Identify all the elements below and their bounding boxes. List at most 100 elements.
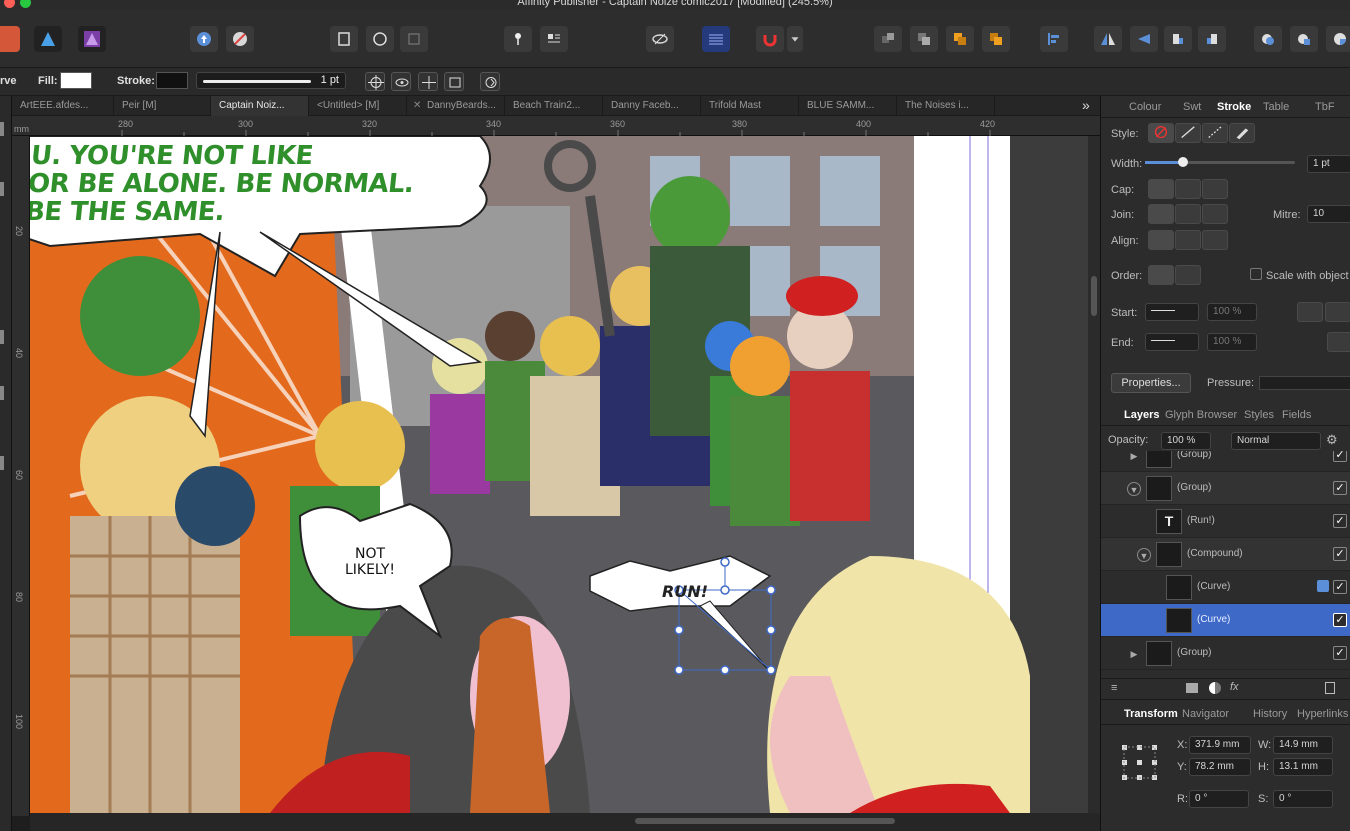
- vertical-ruler[interactable]: 20 40 60 80 100: [12, 136, 30, 816]
- node-tool-icon[interactable]: [0, 182, 4, 196]
- snapping-icon[interactable]: [226, 26, 254, 52]
- speech-text-run[interactable]: RUN!: [662, 582, 708, 601]
- boolean-subtract-icon[interactable]: [1290, 26, 1318, 52]
- stroke-front-icon[interactable]: [1175, 265, 1201, 285]
- anchor-point-selector[interactable]: [1121, 744, 1159, 782]
- mask-layer-icon[interactable]: [1186, 683, 1198, 693]
- shear-input[interactable]: 0 °: [1273, 790, 1333, 808]
- x-input[interactable]: 371.9 mm: [1189, 736, 1251, 754]
- pin-icon[interactable]: [504, 26, 532, 52]
- miter-join-icon[interactable]: [1148, 204, 1174, 224]
- brush-stroke-icon[interactable]: [1229, 123, 1255, 143]
- doc-tab[interactable]: Danny Faceb...: [603, 96, 701, 116]
- arrow-tip-icon[interactable]: [1297, 302, 1323, 322]
- clipped-view-icon[interactable]: [400, 26, 428, 52]
- speech-text-top[interactable]: U. YOU'RE NOT LIKE OR BE ALONE. BE NORMA…: [30, 141, 418, 227]
- tab-hyperlinks[interactable]: Hyperlinks: [1297, 708, 1348, 720]
- show-handles-icon[interactable]: [391, 72, 411, 91]
- swap-arrows-icon[interactable]: [1327, 332, 1350, 352]
- vertical-scrollbar[interactable]: [1088, 136, 1100, 813]
- rotate-left-icon[interactable]: [1164, 26, 1192, 52]
- rotation-input[interactable]: 0 °: [1189, 790, 1249, 808]
- stroke-width-slider[interactable]: 1 pt: [196, 72, 346, 89]
- layers-stack-icon[interactable]: ≡: [1111, 682, 1117, 694]
- tab-history[interactable]: History: [1253, 708, 1287, 720]
- y-input[interactable]: 78.2 mm: [1189, 758, 1251, 776]
- close-tab-icon[interactable]: ✕: [413, 96, 421, 116]
- tab-glyph-browser[interactable]: Glyph Browser: [1165, 409, 1237, 421]
- horizontal-ruler[interactable]: mm 280 300 320 340 360 380 400 420: [12, 116, 1100, 136]
- doc-tab[interactable]: Peir [M]: [114, 96, 211, 116]
- doc-tab[interactable]: <Untitled> [M]: [309, 96, 407, 116]
- width-slider[interactable]: [1145, 157, 1295, 167]
- horizontal-scrollbar[interactable]: [30, 813, 1100, 831]
- layer-row[interactable]: T (Run!) ✓: [1101, 505, 1350, 538]
- move-forward-icon[interactable]: [946, 26, 974, 52]
- designer-persona-icon[interactable]: [0, 26, 20, 52]
- tab-swatches[interactable]: Swt: [1183, 101, 1201, 113]
- mitre-input[interactable]: 10: [1307, 205, 1350, 223]
- visibility-checkbox[interactable]: ✓: [1333, 481, 1347, 495]
- tab-styles[interactable]: Styles: [1244, 409, 1274, 421]
- add-mask-icon[interactable]: [1317, 580, 1329, 592]
- width-slider-knob[interactable]: [1178, 157, 1188, 167]
- layer-row[interactable]: ▼ (Compound) ✓: [1101, 538, 1350, 571]
- round-cap-icon[interactable]: [1175, 179, 1201, 199]
- move-backward-icon[interactable]: [910, 26, 938, 52]
- opacity-input[interactable]: 100 %: [1161, 432, 1211, 450]
- arrow-extend-icon[interactable]: [1325, 302, 1350, 322]
- stroke-behind-icon[interactable]: [1148, 265, 1174, 285]
- text-wrap-icon[interactable]: [540, 26, 568, 52]
- align-center-icon[interactable]: [1148, 230, 1174, 250]
- butt-cap-icon[interactable]: [1148, 179, 1174, 199]
- visibility-checkbox[interactable]: ✓: [1333, 580, 1347, 594]
- snap-magnet-icon[interactable]: [756, 26, 784, 52]
- visibility-checkbox[interactable]: ✓: [1333, 514, 1347, 528]
- new-layer-icon[interactable]: [1325, 682, 1335, 694]
- doc-tab[interactable]: Beach Train2...: [505, 96, 603, 116]
- layer-row[interactable]: (Curve) ✓: [1101, 571, 1350, 604]
- photo-persona-icon[interactable]: [34, 26, 62, 52]
- layer-row-selected[interactable]: (Curve) ✓: [1101, 604, 1350, 637]
- properties-button[interactable]: Properties...: [1111, 373, 1191, 393]
- transform-mode-icon[interactable]: [444, 72, 464, 91]
- visibility-checkbox[interactable]: ✓: [1333, 613, 1347, 627]
- end-arrow-select[interactable]: [1145, 333, 1199, 351]
- layer-row[interactable]: ▶ (Group) ✓: [1101, 637, 1350, 670]
- doc-tab[interactable]: Trifold Mast: [701, 96, 799, 116]
- fill-swatch[interactable]: [60, 72, 92, 89]
- view-mode-icon[interactable]: [366, 26, 394, 52]
- visibility-checkbox[interactable]: ✓: [1333, 646, 1347, 660]
- blend-mode-select[interactable]: Normal: [1231, 432, 1321, 450]
- flip-vertical-icon[interactable]: [1130, 26, 1158, 52]
- start-scale-input[interactable]: 100 %: [1207, 303, 1257, 321]
- speech-text-mid[interactable]: NOT LIKELY!: [330, 546, 410, 578]
- visibility-checkbox[interactable]: ✓: [1333, 451, 1347, 462]
- preflight-icon[interactable]: [330, 26, 358, 52]
- w-input[interactable]: 14.9 mm: [1273, 736, 1333, 754]
- publisher-persona-icon[interactable]: [78, 26, 106, 52]
- tab-colour[interactable]: Colour: [1129, 101, 1161, 113]
- tab-layers[interactable]: Layers: [1124, 409, 1159, 421]
- scroll-thumb[interactable]: [1091, 276, 1097, 316]
- move-back-icon[interactable]: [874, 26, 902, 52]
- solid-line-icon[interactable]: [1175, 123, 1201, 143]
- align-outside-icon[interactable]: [1202, 230, 1228, 250]
- shape-tool-icon[interactable]: [0, 386, 4, 400]
- end-scale-input[interactable]: 100 %: [1207, 333, 1257, 351]
- crosshair-icon[interactable]: [365, 72, 385, 91]
- rotate-right-icon[interactable]: [1198, 26, 1226, 52]
- tab-text-frame[interactable]: TbF: [1315, 101, 1335, 113]
- scroll-thumb[interactable]: [635, 818, 895, 824]
- doc-tab[interactable]: ✕ DannyBeards...: [407, 96, 505, 116]
- pressure-graph[interactable]: [1259, 376, 1350, 390]
- stroke-swatch[interactable]: [156, 72, 188, 89]
- tab-navigator[interactable]: Navigator: [1182, 708, 1229, 720]
- width-input[interactable]: 1 pt: [1307, 155, 1350, 173]
- expand-icon[interactable]: ▶: [1127, 647, 1141, 661]
- doc-tab[interactable]: ArtEEE.afdes...: [12, 96, 114, 116]
- flip-horizontal-icon[interactable]: [1094, 26, 1122, 52]
- document-canvas[interactable]: U. YOU'RE NOT LIKE OR BE ALONE. BE NORMA…: [30, 136, 1100, 813]
- boolean-add-icon[interactable]: [1254, 26, 1282, 52]
- frame-text-tool-icon[interactable]: [0, 330, 4, 344]
